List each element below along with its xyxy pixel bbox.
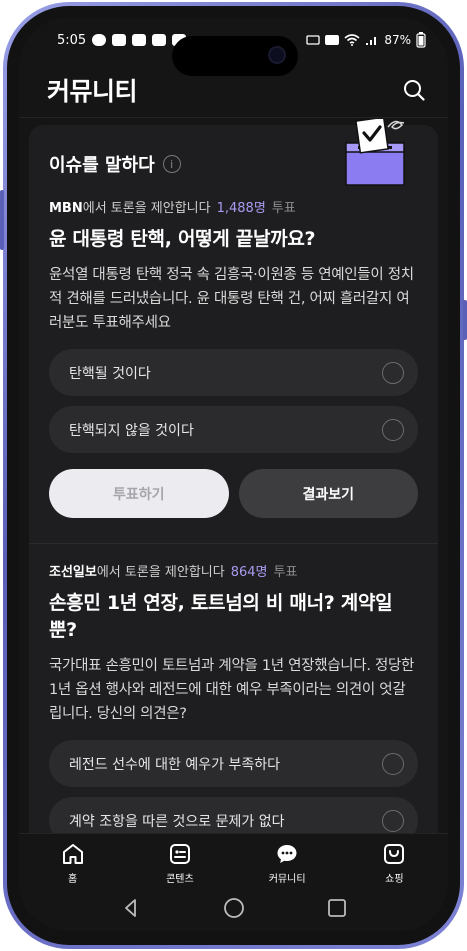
hd-icon: [325, 35, 340, 45]
search-button[interactable]: [400, 76, 428, 104]
poll-source: 조선일보: [49, 565, 97, 580]
content-area[interactable]: 이슈를 말하다 i MBN에서 토론을 제안합니다 1,488명 투표 윤 대통…: [19, 119, 448, 835]
issue-title: 이슈를 말하다: [49, 155, 155, 176]
section-divider: [29, 543, 438, 544]
content-icon: [169, 844, 190, 864]
nav-label: 홈: [68, 874, 78, 885]
nav-item-community[interactable]: 커뮤니티: [247, 842, 327, 885]
poll-question[interactable]: 윤 대통령 탄핵, 어떻게 끝날까요?: [49, 226, 418, 253]
nav-label: 커뮤니티: [268, 874, 306, 885]
search-icon: [404, 79, 425, 101]
power-button: [463, 300, 467, 340]
ballot-box-illustration: [338, 119, 424, 193]
poll-meta: 조선일보에서 토론을 제안합니다 864명 투표: [49, 561, 418, 580]
status-right: 87%: [306, 32, 426, 48]
battery-percent: 87%: [384, 33, 411, 47]
vote-count: 864명: [230, 565, 268, 580]
poll-card: MBN에서 토론을 제안합니다 1,488명 투표 윤 대통령 탄핵, 어떻게 …: [49, 197, 418, 518]
poll-description: 국가대표 손흥민이 토트넘과 계약을 1년 연장했습니다. 정당한 1년 옵션 …: [49, 658, 415, 722]
home-icon: [62, 844, 83, 864]
recents-icon[interactable]: [326, 897, 348, 919]
radio-button[interactable]: [382, 752, 404, 775]
status-time: 5:05: [57, 32, 87, 48]
nav-label: 쇼핑: [385, 874, 404, 885]
issue-header: 이슈를 말하다 i: [49, 151, 181, 177]
poll-option[interactable]: 탄핵되지 않을 것이다: [49, 406, 418, 453]
poll-source-suffix: 에서 토론을 제안합니다: [82, 201, 211, 216]
nav-item-shopping[interactable]: 쇼핑: [354, 842, 434, 885]
talk-notification-icon: [92, 34, 107, 46]
community-icon: [277, 845, 297, 863]
page-title: 커뮤니티: [47, 76, 138, 106]
radio-button[interactable]: [382, 809, 404, 832]
status-left: 5:05: [57, 32, 187, 48]
app-notification-icon: [152, 34, 167, 46]
info-icon[interactable]: i: [162, 155, 181, 173]
poll-source: MBN: [49, 201, 83, 216]
poll-actions: 투표하기 결과보기: [49, 469, 418, 518]
poll-option-label: 탄핵될 것이다: [69, 365, 151, 382]
poll-card: 조선일보에서 토론을 제안합니다 864명 투표 손흥민 1년 연장, 토트넘의…: [49, 561, 418, 835]
vote-count-label: 투표: [271, 201, 296, 216]
system-navigation-bar: [19, 885, 448, 931]
signal-icon: [366, 37, 377, 45]
vote-button[interactable]: 투표하기: [49, 469, 229, 518]
wifi-icon: [344, 34, 360, 46]
battery-icon: [416, 32, 426, 48]
phone-frame: 5:05 87% 커뮤니티 이슈를 말하다 i MBN에서 토론을 제안합니다 …: [3, 2, 464, 949]
message-notification-icon: [112, 34, 127, 46]
issue-card: 이슈를 말하다 i MBN에서 토론을 제안합니다 1,488명 투표 윤 대통…: [29, 119, 438, 835]
volume-button: [0, 190, 4, 250]
poll-option[interactable]: 계약 조항을 따른 것으로 문제가 없다: [49, 797, 418, 835]
vote-count: 1,488명: [216, 201, 266, 216]
nav-item-home[interactable]: 홈: [33, 842, 113, 885]
poll-option[interactable]: 탄핵될 것이다: [49, 349, 418, 396]
poll-meta: MBN에서 토론을 제안합니다 1,488명 투표: [49, 197, 418, 216]
radio-button[interactable]: [382, 361, 404, 384]
poll-option-label: 탄핵되지 않을 것이다: [69, 422, 194, 439]
poll-option[interactable]: 레전드 선수에 대한 예우가 부족하다: [49, 740, 418, 787]
home-circle-icon[interactable]: [223, 897, 245, 919]
back-icon[interactable]: [120, 897, 142, 919]
app-header: 커뮤니티: [19, 62, 448, 118]
screen: 5:05 87% 커뮤니티 이슈를 말하다 i MBN에서 토론을 제안합니다 …: [19, 18, 448, 931]
view-results-button[interactable]: 결과보기: [238, 469, 418, 518]
nav-label: 콘텐츠: [166, 874, 194, 885]
phone-bezel: 5:05 87% 커뮤니티 이슈를 말하다 i MBN에서 토론을 제안합니다 …: [7, 6, 460, 945]
vote-count-label: 투표: [273, 565, 298, 580]
poll-option-label: 계약 조항을 따른 것으로 문제가 없다: [69, 813, 285, 830]
shopping-icon: [384, 844, 405, 864]
radio-button[interactable]: [382, 418, 404, 441]
poll-question[interactable]: 손흥민 1년 연장, 토트넘의 비 매너? 계약일 뿐?: [49, 590, 418, 644]
poll-description: 윤석열 대통령 탄핵 정국 속 김흥국·이원종 등 연예인들이 정치적 견해를 …: [49, 267, 414, 331]
bottom-nav: 홈 콘텐츠 커뮤니티 쇼핑: [19, 833, 448, 885]
n-notification-icon: [132, 34, 147, 46]
sim-icon: [306, 35, 320, 45]
poll-source-suffix: 에서 토론을 제안합니다: [96, 565, 225, 580]
nav-item-content[interactable]: 콘텐츠: [140, 842, 220, 885]
poll-option-label: 레전드 선수에 대한 예우가 부족하다: [69, 756, 280, 773]
